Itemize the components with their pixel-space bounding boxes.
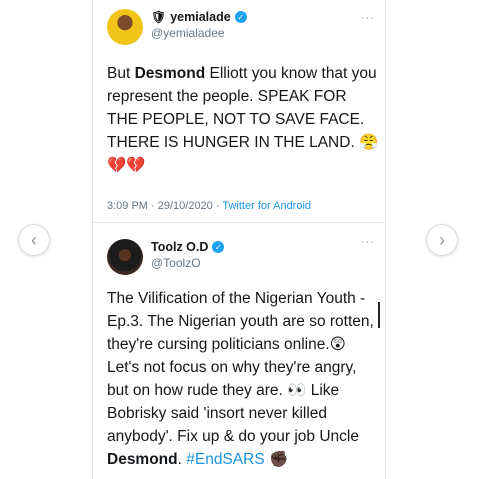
chevron-left-icon: ‹ xyxy=(31,229,37,250)
user-handle[interactable]: @ToolzO xyxy=(151,256,224,270)
timestamp-text[interactable]: 3:09 PM · 29/10/2020 · xyxy=(107,200,222,212)
chevron-right-icon: › xyxy=(439,229,445,250)
tweet-text-bold: Desmond xyxy=(107,451,178,468)
scroll-indicator xyxy=(378,302,380,328)
verified-badge-icon: ✓ xyxy=(212,241,225,253)
tweet-yemialade: 🛡 yemialade ✓ @yemialadee ··· But Desmon… xyxy=(93,0,385,223)
tweet-text-bold: Desmond xyxy=(134,65,206,82)
display-name[interactable]: yemialade xyxy=(170,10,230,24)
next-arrow-button[interactable]: › xyxy=(426,224,458,256)
shield-emoji-icon: 🛡 xyxy=(151,10,167,24)
hashtag-link[interactable]: #EndSARS xyxy=(186,451,264,468)
tweet-header: 🛡 yemialade ✓ @yemialadee xyxy=(151,10,247,40)
verified-badge-icon: ✓ xyxy=(234,11,247,23)
tweet-text-part: ✊🏿 xyxy=(264,451,289,468)
tweet-timestamp: 3:09 PM · 29/10/2020 · Twitter for Andro… xyxy=(107,200,311,212)
tweet-toolz: Toolz O.D ✓ @ToolzO ··· The Vilification… xyxy=(93,224,385,479)
tweet-text: The Vilification of the Nigerian Youth -… xyxy=(107,287,379,471)
source-link[interactable]: Twitter for Android xyxy=(222,200,311,212)
tweet-header: Toolz O.D ✓ @ToolzO xyxy=(151,240,225,270)
previous-arrow-button[interactable]: ‹ xyxy=(18,224,50,256)
tweet-card-stack: 🛡 yemialade ✓ @yemialadee ··· But Desmon… xyxy=(92,0,386,479)
tweet-text-part: . xyxy=(177,451,187,468)
tweet-text: But Desmond Elliott you know that you re… xyxy=(107,62,379,177)
tweet-text-part: The Vilification of the Nigerian Youth -… xyxy=(107,290,374,445)
more-options-icon[interactable]: ··· xyxy=(361,236,375,248)
avatar[interactable] xyxy=(107,9,143,45)
avatar[interactable] xyxy=(107,239,143,275)
more-options-icon[interactable]: ··· xyxy=(361,12,375,24)
user-handle[interactable]: @yemialadee xyxy=(151,26,247,40)
tweet-text-part: But xyxy=(107,65,135,82)
display-name[interactable]: Toolz O.D xyxy=(151,240,208,254)
